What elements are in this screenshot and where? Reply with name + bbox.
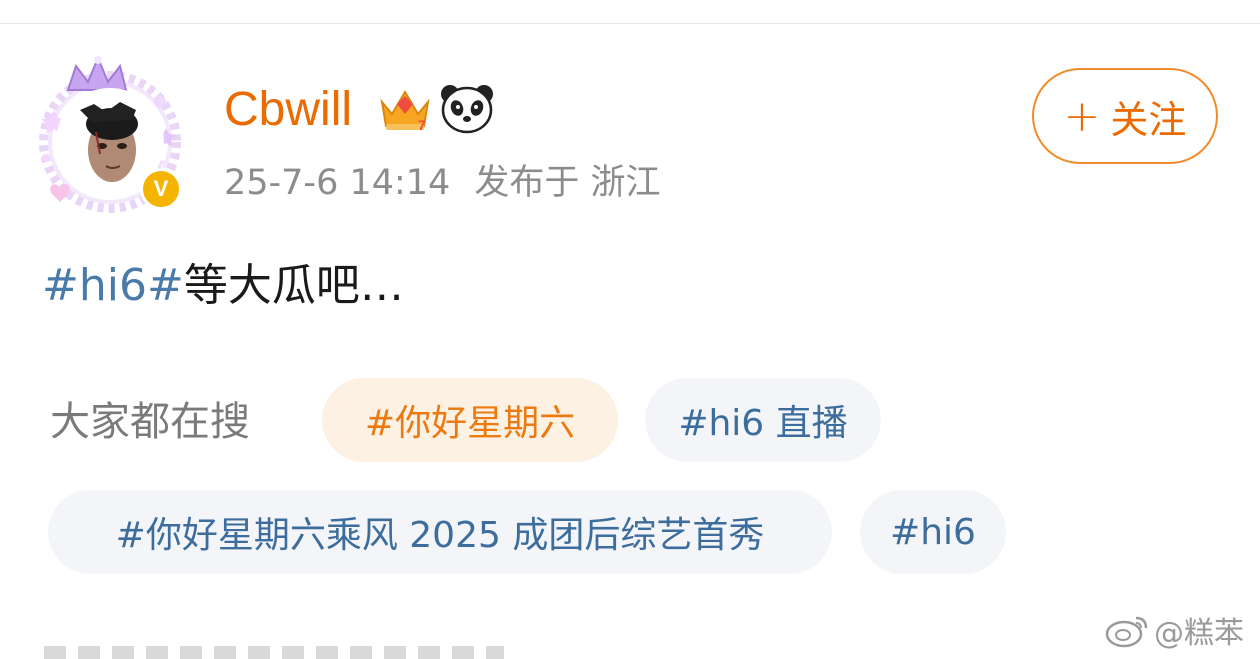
verified-badge-icon: V [140, 168, 182, 210]
post-meta: 25-7-6 14:14 发布于 浙江 [224, 160, 684, 206]
svg-text:7: 7 [418, 117, 426, 133]
trending-chip[interactable]: #hi6 直播 [645, 378, 881, 462]
crown-level-icon[interactable]: 7 [378, 84, 432, 134]
trending-chip[interactable]: #你好星期六乘风 2025 成团后综艺首秀 [48, 490, 832, 574]
weibo-logo-icon [1105, 616, 1148, 648]
plus-icon: + [1063, 90, 1101, 142]
top-divider [0, 0, 1260, 24]
follow-label: 关注 [1110, 97, 1187, 142]
panda-icon[interactable] [438, 82, 496, 134]
post-timestamp: 25-7-6 14:14 [224, 163, 451, 203]
trending-chip[interactable]: #hi6 [860, 490, 1006, 574]
username[interactable]: Cbwill [224, 80, 352, 140]
hashtag-link[interactable]: #hi6# [42, 260, 184, 311]
avatar[interactable]: V [36, 50, 188, 216]
watermark-text: @糕苯 [1154, 616, 1244, 651]
trending-chip[interactable]: #你好星期六 [322, 378, 618, 462]
post-location: 发布于 浙江 [474, 163, 661, 203]
post-text: #hi6#等大瓜吧… [42, 256, 404, 316]
clipped-text-row [44, 646, 504, 659]
follow-button[interactable]: + 关注 [1032, 68, 1218, 164]
trending-search-label: 大家都在搜 [50, 399, 250, 445]
watermark: @糕苯 [1104, 608, 1244, 652]
post-body: 等大瓜吧… [183, 260, 404, 311]
